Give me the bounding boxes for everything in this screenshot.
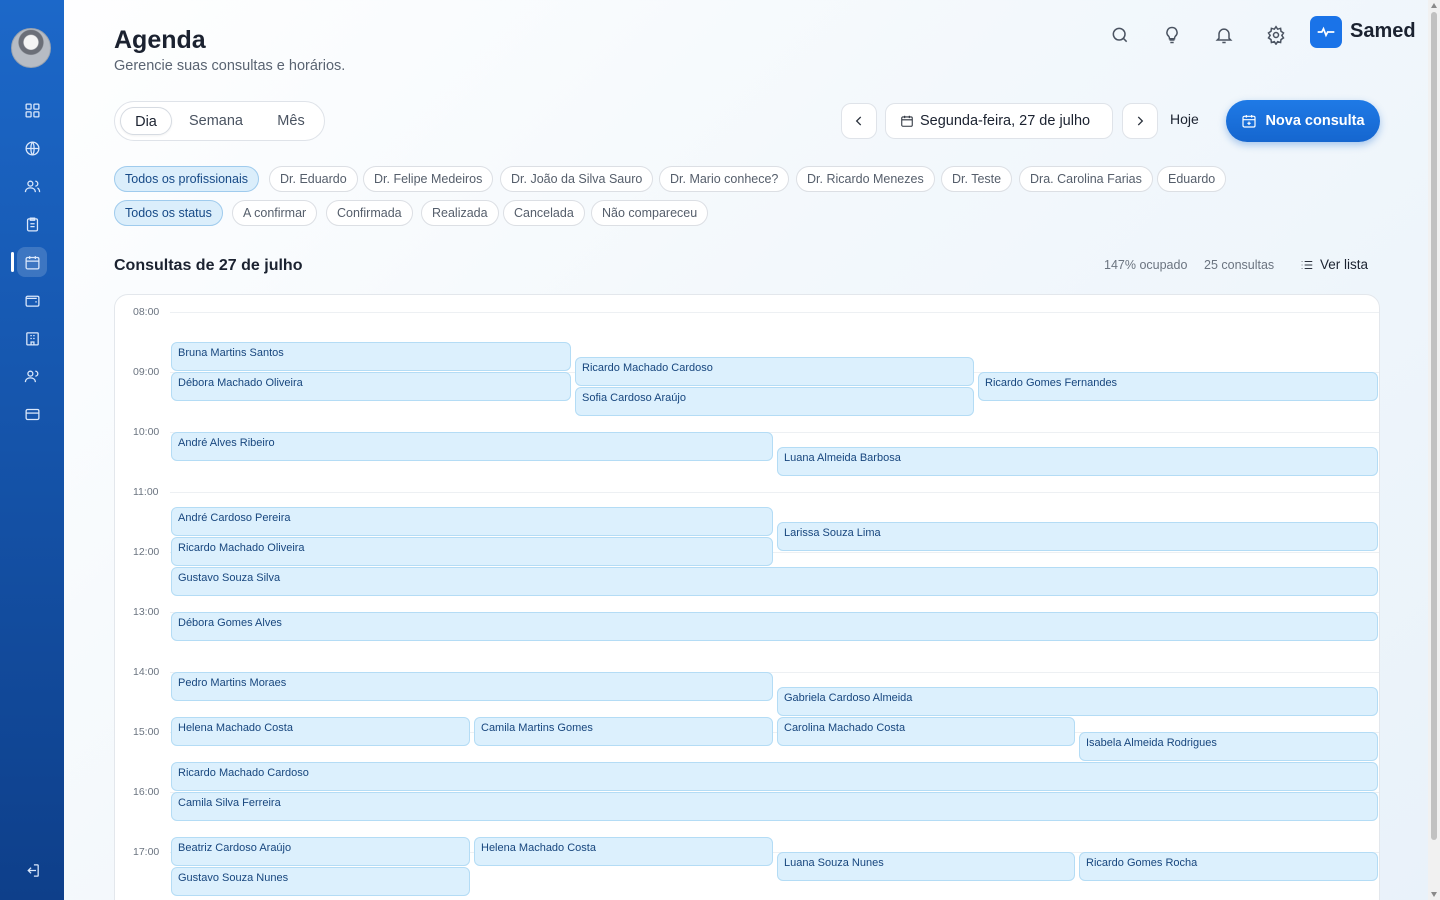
sidebar bbox=[0, 0, 64, 900]
appointment-block[interactable]: Débora Machado Oliveira bbox=[171, 372, 571, 401]
appointment-block[interactable]: Luana Souza Nunes bbox=[777, 852, 1075, 881]
filter-professional[interactable]: Dr. João da Silva Sauro bbox=[500, 166, 654, 192]
hour-label: 10:00 bbox=[133, 426, 160, 438]
hour-line bbox=[170, 312, 1379, 313]
next-day-button[interactable] bbox=[1122, 103, 1158, 139]
appointment-block[interactable]: Débora Gomes Alves bbox=[171, 612, 1378, 641]
appointment-block[interactable]: Pedro Martins Moraes bbox=[171, 672, 773, 701]
scroll-down-arrow-icon[interactable] bbox=[1431, 892, 1437, 897]
brand-logo bbox=[1310, 16, 1342, 48]
appointment-block[interactable]: Isabela Almeida Rodrigues bbox=[1079, 732, 1378, 761]
occupancy-label: 147% ocupado bbox=[1104, 258, 1188, 272]
page-title: Agenda bbox=[114, 26, 206, 54]
appointment-block[interactable]: Ricardo Machado Cardoso bbox=[171, 762, 1378, 791]
filter-professional[interactable]: Dr. Teste bbox=[941, 166, 1013, 192]
filter-professional[interactable]: Eduardo bbox=[1157, 166, 1227, 192]
scroll-up-arrow-icon[interactable] bbox=[1431, 3, 1437, 8]
appointment-block[interactable]: Helena Machado Costa bbox=[171, 717, 470, 746]
appointment-block[interactable]: Camila Silva Ferreira bbox=[171, 792, 1378, 821]
appointment-block[interactable]: Sofia Cardoso Araújo bbox=[575, 387, 974, 416]
lightbulb-icon[interactable] bbox=[1159, 22, 1185, 48]
filter-status[interactable]: Confirmada bbox=[326, 200, 413, 226]
hour-label: 09:00 bbox=[133, 366, 160, 378]
users-icon[interactable] bbox=[17, 171, 47, 201]
tab-month[interactable]: Mês bbox=[263, 107, 319, 135]
hour-label: 12:00 bbox=[133, 546, 160, 558]
filter-professional[interactable]: Dr. Ricardo Menezes bbox=[796, 166, 935, 192]
appointment-block[interactable]: Beatriz Cardoso Araújo bbox=[171, 837, 470, 866]
hour-label: 16:00 bbox=[133, 786, 160, 798]
appointment-block[interactable]: Ricardo Machado Oliveira bbox=[171, 537, 773, 566]
filter-professional[interactable]: Dr. Eduardo bbox=[269, 166, 358, 192]
dashboard-icon[interactable] bbox=[17, 95, 47, 125]
scroll-thumb[interactable] bbox=[1431, 12, 1437, 840]
page-subtitle: Gerencie suas consultas e horários. bbox=[114, 58, 346, 74]
today-button[interactable]: Hoje bbox=[1170, 111, 1199, 127]
hour-label: 11:00 bbox=[133, 486, 159, 498]
appointment-block[interactable]: Bruna Martins Santos bbox=[171, 342, 571, 371]
tab-day[interactable]: Dia bbox=[120, 107, 172, 135]
new-appointment-label: Nova consulta bbox=[1265, 113, 1365, 129]
chevron-right-icon bbox=[1137, 116, 1144, 126]
avatar[interactable] bbox=[11, 28, 51, 68]
current-date: Segunda-feira, 27 de julho bbox=[920, 113, 1091, 129]
appointment-block[interactable]: Gabriela Cardoso Almeida bbox=[777, 687, 1378, 716]
appointment-block[interactable]: Gustavo Souza Silva bbox=[171, 567, 1378, 596]
building-icon[interactable] bbox=[17, 323, 47, 353]
bell-icon[interactable] bbox=[1211, 22, 1237, 48]
filter-status[interactable]: Todos os status bbox=[114, 200, 223, 226]
filter-status[interactable]: Realizada bbox=[421, 200, 499, 226]
hour-label: 17:00 bbox=[133, 846, 160, 858]
appointment-block[interactable]: Ricardo Machado Cardoso bbox=[575, 357, 974, 386]
filter-professional[interactable]: Dr. Mario conhece? bbox=[659, 166, 790, 192]
view-list-label: Ver lista bbox=[1320, 257, 1369, 272]
wallet-icon[interactable] bbox=[17, 285, 47, 315]
logout-icon[interactable] bbox=[17, 855, 47, 885]
view-list-button[interactable]: Ver lista bbox=[1300, 257, 1368, 272]
previous-day-button[interactable] bbox=[841, 103, 877, 139]
appointment-block[interactable]: André Alves Ribeiro bbox=[171, 432, 773, 461]
appointment-block[interactable]: Gustavo Souza Nunes bbox=[171, 867, 470, 896]
filter-status[interactable]: Não compareceu bbox=[591, 200, 709, 226]
filter-professional[interactable]: Todos os profissionais bbox=[114, 166, 259, 192]
chevron-left-icon bbox=[855, 116, 862, 126]
card-icon[interactable] bbox=[17, 399, 47, 429]
new-appointment-button[interactable]: Nova consulta bbox=[1226, 100, 1380, 142]
appointment-block[interactable]: Ricardo Gomes Fernandes bbox=[978, 372, 1378, 401]
team-icon[interactable] bbox=[17, 361, 47, 391]
appointment-count: 25 consultas bbox=[1204, 258, 1275, 272]
filter-status[interactable]: A confirmar bbox=[232, 200, 318, 226]
hour-line bbox=[170, 492, 1379, 493]
page-scrollbar[interactable] bbox=[1428, 0, 1440, 900]
gear-icon[interactable] bbox=[1263, 22, 1289, 48]
tab-week[interactable]: Semana bbox=[181, 107, 251, 135]
active-indicator bbox=[11, 252, 14, 272]
search-icon[interactable] bbox=[1107, 22, 1133, 48]
date-picker-button[interactable]: Segunda-feira, 27 de julho bbox=[885, 103, 1113, 139]
globe-icon[interactable] bbox=[17, 133, 47, 163]
appointment-block[interactable]: Helena Machado Costa bbox=[474, 837, 773, 866]
hour-label: 13:00 bbox=[133, 606, 160, 618]
filter-status[interactable]: Cancelada bbox=[503, 200, 585, 226]
calendar-plus-icon bbox=[1242, 115, 1257, 128]
brand-name: Samed bbox=[1350, 20, 1416, 42]
appointment-block[interactable]: Larissa Souza Lima bbox=[777, 522, 1378, 551]
appointment-block[interactable]: André Cardoso Pereira bbox=[171, 507, 773, 536]
filter-professional[interactable]: Dr. Felipe Medeiros bbox=[363, 166, 494, 192]
appointment-block[interactable]: Ricardo Gomes Rocha bbox=[1079, 852, 1378, 881]
hour-label: 14:00 bbox=[133, 666, 160, 678]
filter-professional[interactable]: Dra. Carolina Farias bbox=[1019, 166, 1153, 192]
list-icon bbox=[1301, 260, 1313, 269]
appointment-block[interactable]: Carolina Machado Costa bbox=[777, 717, 1075, 746]
appointment-block[interactable]: Camila Martins Gomes bbox=[474, 717, 773, 746]
clipboard-icon[interactable] bbox=[17, 209, 47, 239]
calendar-small-icon bbox=[901, 115, 913, 127]
view-tabs: Dia Semana Mês bbox=[114, 101, 325, 141]
hour-label: 15:00 bbox=[133, 726, 160, 738]
section-title: Consultas de 27 de julho bbox=[114, 257, 303, 274]
day-calendar: 08:00 09:00 10:00 11:00 12:00 13:00 14:0… bbox=[114, 294, 1380, 900]
calendar-icon[interactable] bbox=[17, 247, 47, 277]
hour-label: 08:00 bbox=[133, 306, 160, 318]
appointment-block[interactable]: Luana Almeida Barbosa bbox=[777, 447, 1378, 476]
